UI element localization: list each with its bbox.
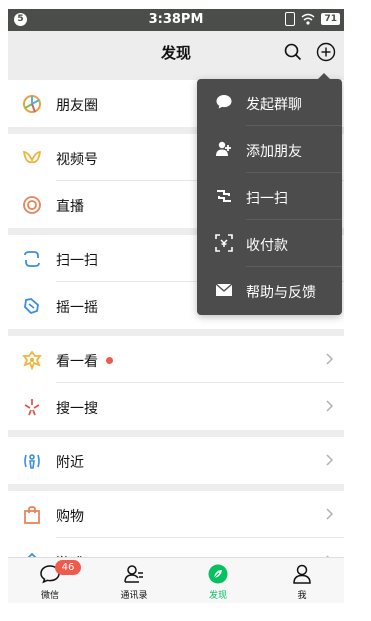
tab-me[interactable]: 我	[260, 558, 344, 603]
plus-circle-icon[interactable]	[316, 42, 336, 62]
phone-screen: 5 3:38PM 71 发现 朋友圈 视频号 直播 扫一扫 摇一摇 看一看 搜一…	[8, 9, 344, 603]
discover-item-label: 朋友圈	[56, 98, 98, 114]
menu-item-scan[interactable]: 扫一扫	[197, 173, 342, 220]
menu-item-help-feedback[interactable]: 帮助与反馈	[197, 267, 342, 314]
tab-discover[interactable]: 发现	[176, 558, 260, 603]
discover-item-nearby[interactable]: 附近	[8, 437, 344, 484]
menu-item-label: 扫一扫	[246, 191, 288, 207]
scan-icon	[24, 251, 40, 267]
tab-label: 发现	[208, 591, 227, 601]
discover-item-top-stories[interactable]: 看一看	[8, 336, 344, 383]
tab-chats[interactable]: 46 微信	[8, 558, 92, 603]
moments-icon	[23, 95, 41, 113]
tab-bar: 46 微信 通讯录 发现 我	[8, 557, 344, 603]
discover-item-label: 扫一扫	[56, 253, 98, 269]
status-bar: 5 3:38PM 71	[8, 9, 344, 31]
menu-item-money[interactable]: 收付款	[197, 220, 342, 267]
unread-dot	[106, 357, 113, 364]
chevron-right-icon	[326, 508, 334, 520]
chevron-right-icon	[326, 400, 334, 412]
status-icons: 71	[285, 12, 340, 26]
chevron-right-icon	[326, 454, 334, 466]
money-scan-icon	[215, 234, 233, 252]
me-icon	[293, 564, 311, 584]
mail-icon	[215, 283, 233, 296]
discover-item-label: 视频号	[56, 152, 98, 168]
discover-item-label: 摇一摇	[56, 300, 98, 316]
menu-item-new-group-chat[interactable]: 发起群聊	[197, 79, 342, 126]
contacts-icon	[124, 565, 143, 583]
header: 发现	[8, 31, 344, 73]
menu-item-label: 发起群聊	[246, 97, 302, 113]
tab-label: 微信	[40, 591, 59, 601]
shopping-icon	[24, 506, 40, 524]
scan-icon	[217, 190, 231, 202]
shake-icon	[24, 298, 39, 315]
discover-item-label: 看一看	[56, 354, 98, 370]
add-friend-icon	[216, 141, 231, 156]
wifi-icon	[301, 13, 315, 25]
battery-indicator: 71	[321, 13, 340, 25]
nearby-icon	[24, 454, 40, 469]
tab-label: 我	[297, 591, 307, 601]
add-menu-popup: 发起群聊 添加朋友 扫一扫 收付款 帮助与反馈	[197, 73, 342, 315]
vibrate-icon	[285, 12, 296, 26]
menu-item-label: 收付款	[246, 238, 288, 254]
top-stories-icon	[22, 350, 42, 370]
discover-item-label: 购物	[56, 509, 84, 525]
menu-item-label: 添加朋友	[246, 144, 302, 160]
tab-label: 通讯录	[120, 591, 148, 601]
chat-bubble-icon	[216, 95, 232, 109]
discover-item-label: 搜一搜	[56, 401, 98, 417]
chevron-right-icon	[326, 353, 334, 365]
discover-item-search[interactable]: 搜一搜	[8, 383, 344, 430]
channels-icon	[22, 151, 42, 164]
compass-icon	[208, 564, 228, 584]
tab-contacts[interactable]: 通讯录	[92, 558, 176, 603]
discover-item-label: 直播	[56, 199, 84, 215]
discover-item-label: 附近	[56, 455, 84, 471]
live-icon	[23, 196, 41, 214]
menu-item-add-friend[interactable]: 添加朋友	[197, 126, 342, 173]
search-icon[interactable]	[284, 43, 302, 61]
menu-item-label: 帮助与反馈	[246, 285, 316, 301]
unread-badge: 46	[55, 560, 81, 575]
search-icon	[24, 399, 40, 416]
discover-item-shopping[interactable]: 购物	[8, 491, 344, 538]
